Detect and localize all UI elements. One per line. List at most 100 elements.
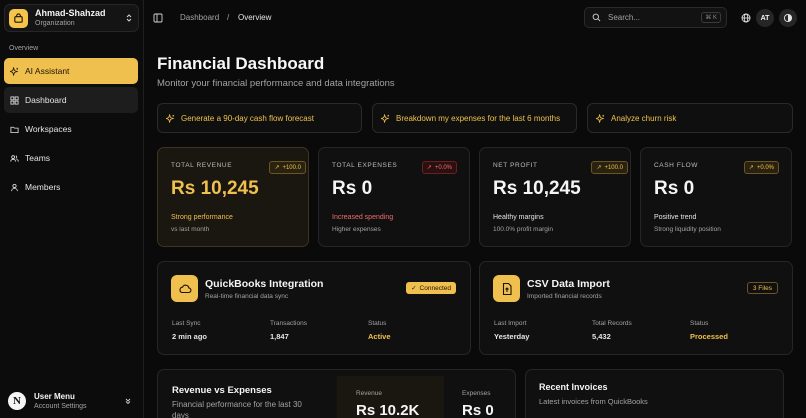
trend-up-icon: ↗	[748, 165, 754, 171]
revenue-summary: Revenue Rs 10.2K	[337, 376, 444, 418]
page-title: Financial Dashboard	[157, 54, 325, 73]
sidebar-item-label: AI Assistant	[25, 66, 70, 76]
stat-card-net-profit: NET PROFIT ↗ +100.0 Rs 10,245 Healthy mar…	[479, 147, 631, 247]
chevron-updown-icon	[124, 13, 134, 23]
sidebar-item-label: Dashboard	[25, 95, 67, 105]
user-menu-subtitle: Account Settings	[34, 402, 87, 410]
quickbooks-integration-card: QuickBooks Integration Real-time financi…	[157, 261, 471, 355]
sidebar-item-label: Teams	[25, 153, 51, 163]
revenue-label: Revenue	[356, 390, 383, 397]
sidebar-item-dashboard[interactable]: Dashboard	[4, 87, 138, 113]
trend-badge: ↗ +0.0%	[421, 161, 457, 174]
field-label: Total Records	[592, 320, 632, 327]
breadcrumb-separator: /	[227, 13, 230, 22]
user-icon	[11, 183, 18, 191]
recent-invoices-card: Recent Invoices Latest invoices from Qui…	[525, 369, 784, 418]
stat-subtext: Strong liquidity position	[654, 226, 721, 233]
trend-value: +0.0%	[434, 164, 452, 171]
sparkle-icon	[166, 113, 175, 123]
cloud-icon	[171, 275, 198, 302]
search-icon	[592, 13, 601, 22]
prompt-expense-breakdown[interactable]: Breakdown my expenses for the last 6 mon…	[372, 103, 577, 133]
field-label: Transactions	[270, 320, 307, 327]
stat-note: Increased spending	[332, 214, 394, 221]
stat-note: Positive trend	[654, 214, 697, 221]
field-label: Last Sync	[172, 320, 201, 327]
stat-note: Healthy margins	[493, 214, 544, 221]
breadcrumb-dashboard[interactable]: Dashboard	[180, 13, 219, 22]
trend-up-icon: ↗	[274, 165, 280, 171]
stat-card-total-expenses: TOTAL EXPENSES ↗ +0.0% Rs 0 Increased spe…	[318, 147, 470, 247]
field-value: Active	[368, 332, 391, 341]
page-subtitle: Monitor your financial performance and d…	[157, 78, 395, 89]
search-shortcut: ⌘ K	[701, 12, 721, 23]
org-subtitle: Organization	[35, 20, 75, 27]
users-icon	[10, 154, 19, 162]
integration-subtitle: Real-time financial data sync	[205, 293, 289, 300]
search-box[interactable]: ⌘ K	[584, 7, 727, 28]
breadcrumb-current: Overview	[238, 13, 272, 22]
stat-value: Rs 0	[654, 178, 695, 199]
sidebar-item-teams[interactable]: Teams	[4, 145, 138, 171]
sidebar: Ahmad-Shahzad Organization Overview AI A…	[0, 0, 144, 418]
trend-badge: ↗ +100.0	[591, 161, 628, 174]
trend-badge: ↗ +0.0%	[743, 161, 779, 174]
card-title: Recent Invoices	[539, 382, 608, 392]
expenses-value: Rs 0	[462, 402, 494, 418]
prompt-label: Analyze churn risk	[611, 113, 677, 123]
sparkle-icon	[10, 66, 19, 76]
sidebar-toggle-icon[interactable]	[153, 13, 163, 23]
integration-subtitle: Imported financial records	[527, 293, 602, 300]
topbar: Dashboard / Overview ⌘ K AT	[144, 0, 806, 36]
field-label: Status	[368, 320, 387, 327]
stat-label: NET PROFIT	[493, 162, 538, 169]
theme-toggle-icon[interactable]	[779, 9, 797, 27]
stat-subtext: vs last month	[171, 226, 210, 233]
trend-value: +100.0	[604, 164, 623, 171]
org-logo-icon	[9, 8, 28, 28]
user-menu-name: User Menu	[34, 391, 75, 401]
csv-import-card: CSV Data Import Imported financial recor…	[479, 261, 793, 355]
field-value: 1,847	[270, 332, 289, 341]
user-menu[interactable]: N User Menu Account Settings	[4, 387, 138, 415]
field-label: Status	[690, 320, 709, 327]
card-subtitle: Latest invoices from QuickBooks	[539, 397, 648, 406]
stat-value: Rs 10,245	[493, 178, 581, 199]
integration-title: QuickBooks Integration	[205, 278, 324, 290]
search-input[interactable]	[608, 13, 698, 22]
stat-card-cash-flow: CASH FLOW ↗ +0.0% Rs 0 Positive trend Str…	[640, 147, 792, 247]
check-icon: ✓	[411, 285, 417, 292]
prompt-label: Generate a 90-day cash flow forecast	[181, 113, 314, 123]
stat-subtext: Higher expenses	[332, 226, 381, 233]
stat-value: Rs 10,245	[171, 178, 259, 199]
stat-card-total-revenue: TOTAL REVENUE ↗ +100.0 Rs 10,245 Strong p…	[157, 147, 309, 247]
sidebar-item-workspaces[interactable]: Workspaces	[4, 116, 138, 142]
sidebar-item-label: Workspaces	[25, 124, 72, 134]
org-switcher[interactable]: Ahmad-Shahzad Organization	[4, 4, 139, 32]
expenses-label: Expenses	[462, 390, 491, 397]
globe-icon[interactable]	[737, 9, 755, 27]
sidebar-item-ai-assistant[interactable]: AI Assistant	[4, 58, 138, 84]
trend-up-icon: ↗	[426, 165, 432, 171]
stat-label: TOTAL REVENUE	[171, 162, 233, 169]
sidebar-item-members[interactable]: Members	[4, 174, 138, 200]
revenue-value: Rs 10.2K	[356, 402, 420, 418]
prompt-churn-risk[interactable]: Analyze churn risk	[587, 103, 793, 133]
card-subtitle: Financial performance for the last 30 da…	[172, 400, 302, 418]
app: Ahmad-Shahzad Organization Overview AI A…	[0, 0, 806, 418]
field-value: 5,432	[592, 332, 611, 341]
dashboard-grid-icon	[10, 95, 19, 105]
revenue-vs-expenses-card: Revenue vs Expenses Financial performanc…	[157, 369, 516, 418]
stat-label: CASH FLOW	[654, 162, 699, 169]
files-count-badge: 3 Files	[746, 282, 778, 294]
sparkle-icon	[381, 113, 390, 123]
avatar: N	[8, 392, 26, 410]
prompt-cash-flow-forecast[interactable]: Generate a 90-day cash flow forecast	[157, 103, 362, 133]
trend-up-icon: ↗	[596, 165, 602, 171]
stat-subtext: 100.0% profit margin	[493, 226, 553, 233]
card-title: Revenue vs Expenses	[172, 385, 272, 396]
avatar[interactable]: AT	[756, 9, 774, 27]
field-value: Processed	[690, 332, 728, 341]
stat-value: Rs 0	[332, 178, 373, 199]
field-value: 2 min ago	[172, 332, 208, 341]
